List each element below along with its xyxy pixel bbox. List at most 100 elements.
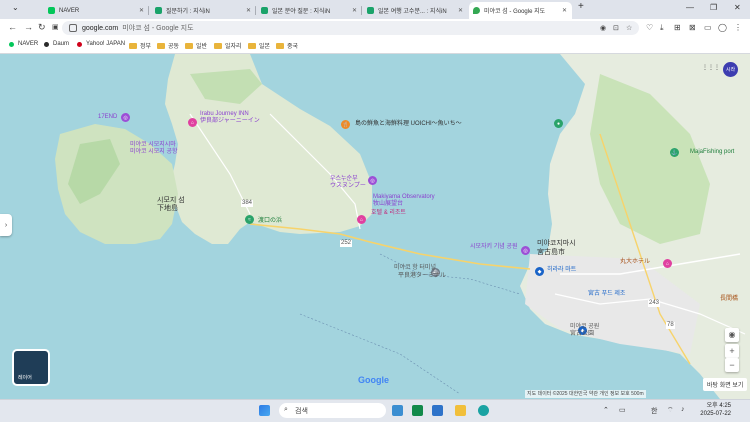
map-label-shimozaki-park[interactable]: 시모자키 기념 공원 <box>470 244 518 251</box>
map-canvas[interactable]: Irabu Journey INN 伊良部ジャーニーイン ⌂ 🍴 島の鮮魚と海鮮… <box>0 54 750 399</box>
tray-display-icon[interactable]: ▭ <box>619 406 626 414</box>
forward-icon[interactable]: → <box>24 22 33 32</box>
tab-title: 질문하기 : 지식iN <box>166 9 210 15</box>
zoom-out-button[interactable]: − <box>725 358 739 372</box>
bookmark-folder-jobs[interactable]: 일자리 <box>214 41 242 50</box>
port-pin-icon[interactable]: ⚓ <box>670 148 679 157</box>
profile-icon[interactable]: ◯ <box>718 23 727 32</box>
new-tab-button[interactable]: + <box>578 1 584 12</box>
close-window-icon[interactable]: ✕ <box>734 3 741 12</box>
map-label-restaurant[interactable]: 島の鮮魚と海鮮料理 UOICHI～魚いち～ <box>355 121 462 128</box>
windows-start-icon[interactable] <box>259 405 270 416</box>
shop-pin-icon[interactable]: ◆ <box>535 267 544 276</box>
map-label-food-market[interactable]: 宮古 푸드 제조 <box>588 291 625 298</box>
google-apps-icon[interactable]: ⋮⋮⋮ <box>702 64 720 71</box>
park-pin-icon[interactable]: ◎ <box>521 246 530 255</box>
bookmark-yahoo[interactable]: Yahoo! JAPAN <box>77 41 125 47</box>
map-label-toguchi-beach[interactable]: 渡口の浜 <box>258 218 282 225</box>
menu-icon[interactable]: ⋮ <box>734 23 742 32</box>
close-tab-icon[interactable]: ✕ <box>562 7 567 14</box>
tab-strip: NAVER ✕ 질문하기 : 지식iN ✕ 일본 분야 질문 : 지식iN ✕ … <box>0 0 750 19</box>
translate-icon[interactable]: ⊡ <box>613 24 619 32</box>
zoom-in-button[interactable]: + <box>725 344 739 358</box>
tab-naver[interactable]: NAVER ✕ <box>44 2 149 19</box>
close-tab-icon[interactable]: ✕ <box>352 7 357 14</box>
hotel-pin-icon[interactable]: ⌂ <box>188 118 197 127</box>
map-label-miyako-park-jp: 宮古公園 <box>570 331 595 337</box>
whale-browser-icon[interactable] <box>478 405 489 416</box>
address-title: 미야코 섬 - Google 지도 <box>122 25 194 32</box>
extensions-icon[interactable]: ♡ <box>646 23 653 32</box>
close-tab-icon[interactable]: ✕ <box>139 7 144 14</box>
tab-google-maps[interactable]: 미야코 섬 - Google 지도 ✕ <box>469 2 572 19</box>
restaurant-pin-icon[interactable]: 🍴 <box>341 120 350 129</box>
landmark-pin-icon[interactable]: ● <box>554 119 563 128</box>
tray-volume-icon[interactable]: ♪ <box>681 406 685 413</box>
sidebar-icon[interactable]: ▭ <box>704 23 712 32</box>
bookmark-folder-japan[interactable]: 일본 <box>248 41 270 50</box>
map-label-makiyama[interactable]: Makiyama Observatory <box>373 194 435 201</box>
download-icon[interactable]: ⤓ <box>660 23 664 33</box>
my-location-button[interactable]: ◉ <box>725 328 739 342</box>
map-label-miyako-shimojishima[interactable]: 미야코 시모지시마 <box>130 142 176 149</box>
widgets-icon[interactable] <box>392 405 403 416</box>
bookmark-folder-common[interactable]: 공동 <box>157 41 179 50</box>
beach-pin-icon[interactable]: ≈ <box>245 215 254 224</box>
close-tab-icon[interactable]: ✕ <box>246 7 251 14</box>
bookmark-star-icon[interactable]: ☆ <box>626 24 632 32</box>
hotel-pin-icon[interactable]: ⌂ <box>663 259 672 268</box>
bookmark-daum[interactable]: Daum <box>44 41 69 47</box>
attraction-pin-icon[interactable]: ◎ <box>121 113 130 122</box>
explorer-icon[interactable] <box>455 405 466 416</box>
hotel-pin-icon[interactable]: ⌂ <box>357 215 366 224</box>
files-icon[interactable] <box>432 405 443 416</box>
map-terrain <box>55 54 750 399</box>
taskbar-search[interactable]: ⌕ 검색 <box>279 403 386 418</box>
tab-kin-travel[interactable]: 일본 여행 고수분... : 지식iN ✕ <box>363 2 468 19</box>
tray-ime-indicator[interactable]: 한 <box>651 406 657 416</box>
tab-title: 일본 분야 질문 : 지식iN <box>272 9 331 15</box>
naver-icon <box>9 41 14 47</box>
bookmark-folder-general[interactable]: 일반 <box>185 41 207 50</box>
layers-button[interactable]: 레이어 <box>12 349 50 386</box>
collapse-side-panel-button[interactable]: › <box>0 214 12 236</box>
observatory-pin-icon[interactable]: ◎ <box>368 176 377 185</box>
bookmark-naver[interactable]: NAVER <box>9 41 38 47</box>
map-label-shimoji-airport[interactable]: 미야코 시모지 공항 <box>130 149 178 156</box>
maximize-icon[interactable]: ❐ <box>710 3 717 12</box>
store-icon[interactable] <box>412 405 423 416</box>
map-label-usuzumi[interactable]: 우스누순부 <box>330 176 358 183</box>
minimize-icon[interactable]: — <box>686 3 694 12</box>
kin-favicon-icon <box>367 7 374 14</box>
close-tab-icon[interactable]: ✕ <box>458 7 463 14</box>
naver-whale-icon[interactable]: ▣ <box>52 23 59 31</box>
map-label-irabu-journey[interactable]: Irabu Journey INN <box>200 111 249 118</box>
map-label-hirara-mart[interactable]: 히라라 마트 <box>547 267 576 274</box>
map-label-ferry-terminal[interactable]: 미야코 항 터미널 <box>394 265 436 272</box>
clock-date: 2025-07-22 <box>700 411 731 417</box>
account-avatar[interactable]: 시라 <box>723 62 738 77</box>
map-label-hotel-resort[interactable]: 호텔 & 리조트 <box>371 210 406 217</box>
back-icon[interactable]: ← <box>8 22 17 32</box>
map-label-maja-fishing[interactable]: MajaFishing port <box>690 149 734 156</box>
show-desktop-button[interactable]: 바탕 화면 보기 <box>703 378 748 391</box>
screenshot-icon[interactable]: ⊞ <box>674 23 681 32</box>
reload-icon[interactable]: ↻ <box>38 22 46 33</box>
tab-kin-japan[interactable]: 일본 분야 질문 : 지식iN ✕ <box>257 2 362 19</box>
tab-search-icon[interactable]: ⌄ <box>12 3 19 12</box>
bookmark-folder-gov[interactable]: 정부 <box>129 41 151 50</box>
site-info-icon[interactable] <box>69 24 77 32</box>
tray-chevron-icon[interactable]: ⌃ <box>603 406 609 414</box>
map-label-miyako-park[interactable]: 미야코 공원 <box>570 324 599 331</box>
taskbar-clock[interactable]: 오후 4:25 2025-07-22 <box>695 402 731 418</box>
capture-icon[interactable]: ⊠ <box>689 23 696 32</box>
map-label-marudai-hotel[interactable]: 丸大ホテル <box>620 259 650 266</box>
map-label-17end[interactable]: 17END <box>98 114 117 121</box>
tray-network-icon[interactable]: ⌔ <box>667 406 674 415</box>
address-bar[interactable]: google.com 미야코 섬 - Google 지도 ◉ ⊡ ☆ <box>62 21 639 35</box>
layers-label: 레이어 <box>18 375 32 381</box>
location-icon[interactable]: ◉ <box>600 24 606 32</box>
bookmark-folder-china[interactable]: 중국 <box>276 41 298 50</box>
tab-kin-question[interactable]: 질문하기 : 지식iN ✕ <box>151 2 256 19</box>
folder-icon <box>185 42 193 49</box>
